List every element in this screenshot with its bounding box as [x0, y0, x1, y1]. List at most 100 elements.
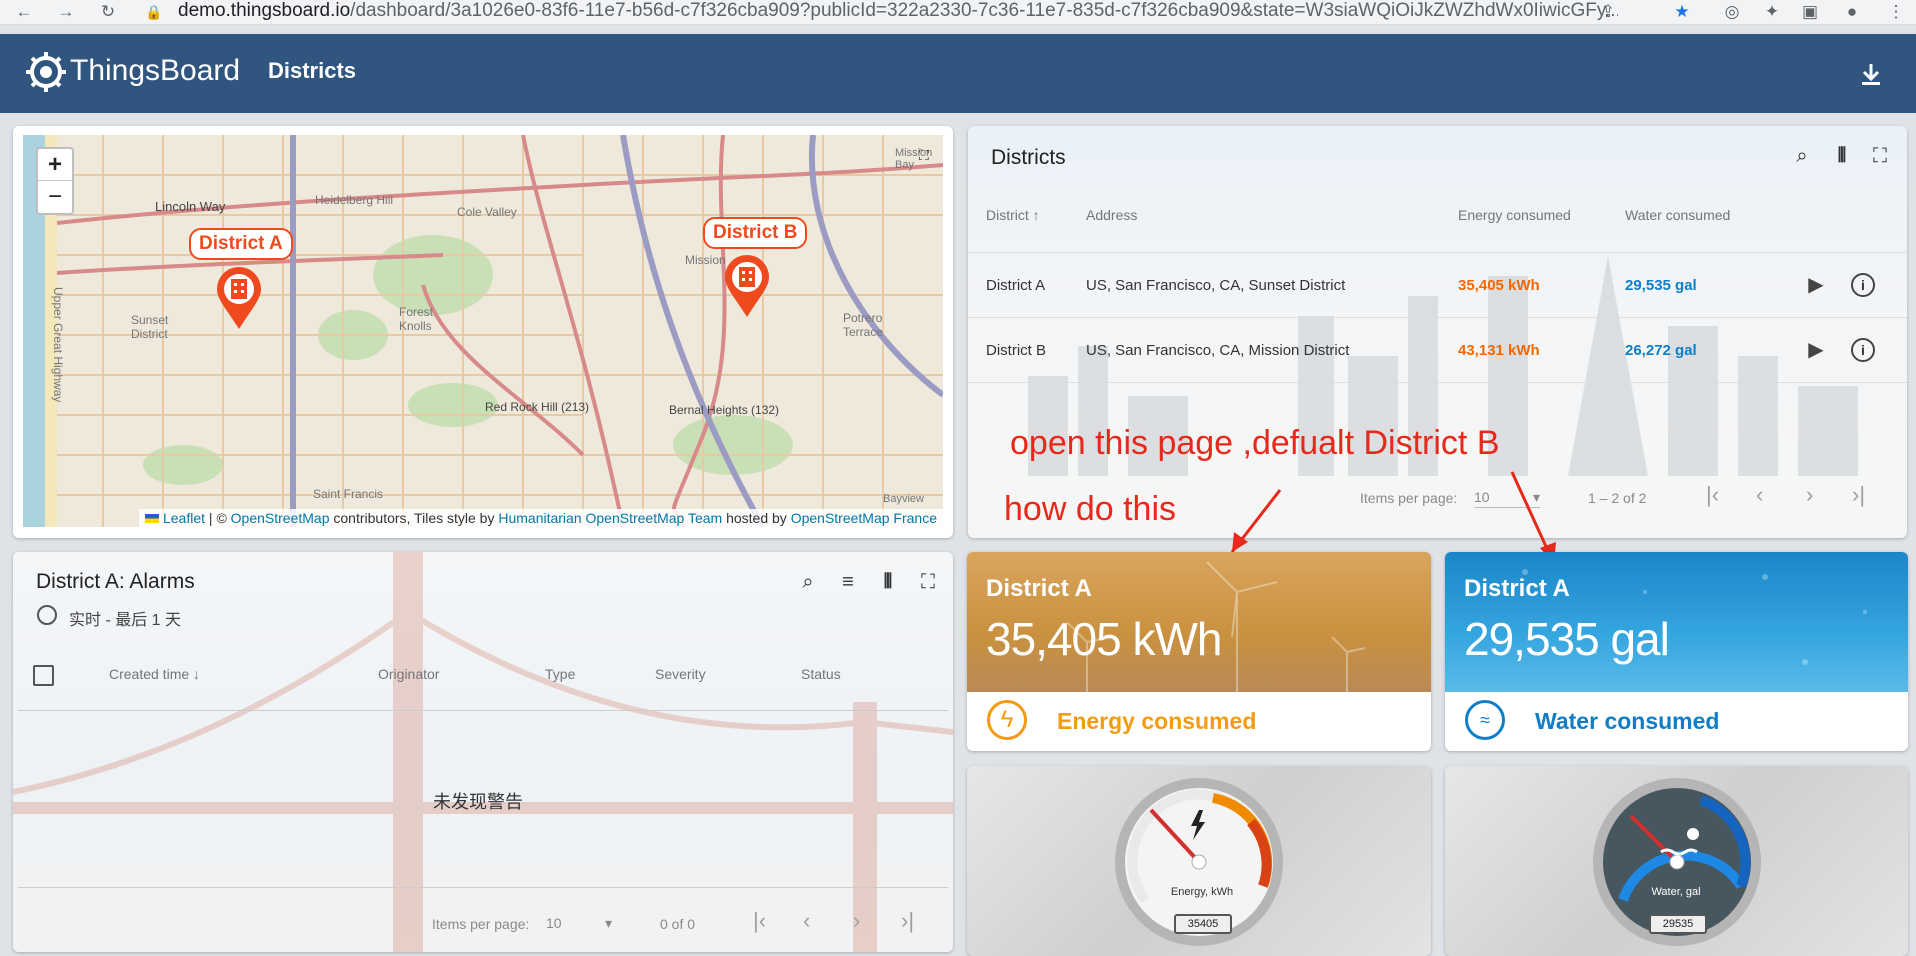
first-page-icon[interactable]: |‹ [753, 908, 766, 934]
energy-tile-title: District A [986, 575, 1092, 602]
thingsboard-logo-icon[interactable] [24, 50, 68, 94]
cell-water: 29,535 gal [1625, 277, 1697, 294]
fullscreen-icon[interactable]: ⛶ [916, 570, 940, 594]
col-district-label: District [986, 207, 1029, 223]
col-type[interactable]: Type [545, 666, 575, 682]
search-icon[interactable]: ⌕ [796, 570, 820, 594]
map-label-potrero: Potrero Terrace [843, 311, 884, 339]
energy-tile: District A 35,405 kWh ϟ Energy consumed [967, 552, 1431, 751]
map-widget: Lincoln Way Heidelberg Hill Cole Valley … [13, 126, 953, 538]
play-icon[interactable]: ▶ [1804, 338, 1828, 362]
col-severity[interactable]: Severity [655, 666, 706, 682]
last-page-icon[interactable]: ›| [901, 908, 914, 934]
back-icon[interactable]: ← [14, 2, 34, 22]
energy-tile-label: Energy consumed [1057, 708, 1257, 734]
info-icon[interactable]: i [1851, 338, 1875, 362]
filter-icon[interactable]: ≡ [836, 570, 860, 594]
search-icon[interactable]: ⌕ [1790, 144, 1814, 168]
map-attribution: Leaflet | © OpenStreetMap contributors, … [139, 509, 943, 527]
table-row[interactable]: District B US, San Francisco, CA, Missio… [968, 318, 1907, 383]
cell-address: US, San Francisco, CA, Mission District [1086, 342, 1350, 359]
marker-district-b-icon[interactable] [723, 253, 771, 324]
table-row[interactable]: District A US, San Francisco, CA, Sunset… [968, 253, 1907, 318]
profile-icon[interactable]: ● [1842, 2, 1862, 22]
cell-district: District A [986, 277, 1046, 294]
menu-icon[interactable]: ⋮ [1886, 2, 1906, 22]
water-tile-label: Water consumed [1535, 708, 1720, 734]
forward-icon[interactable]: → [56, 2, 76, 22]
items-per-page-select[interactable]: 10 ▾ [546, 915, 612, 931]
map-label-bayview: Bayview [883, 493, 924, 505]
cell-water: 26,272 gal [1625, 342, 1697, 359]
ukraine-flag-icon [145, 514, 160, 523]
select-all-checkbox[interactable] [33, 665, 54, 686]
prev-page-icon[interactable]: ‹ [1756, 482, 1763, 508]
energy-gauge-readout: 35405 [1174, 914, 1232, 934]
url-path: /dashboard/3a1026e0-83f6-11e7-b56d-c7f32… [350, 0, 1618, 21]
columns-icon[interactable]: ⫴ [1830, 144, 1854, 168]
bookmark-star-icon[interactable]: ★ [1672, 2, 1692, 22]
marker-label-district-b[interactable]: District B [703, 217, 808, 249]
sort-arrow-up-icon: ↑ [1032, 207, 1040, 223]
sidepanel-icon[interactable]: ▣ [1800, 2, 1820, 22]
col-originator[interactable]: Originator [378, 666, 439, 682]
alarms-widget: District A: Alarms 实时 - 最后 1 天 ⌕ ≡ ⫴ ⛶ C… [13, 552, 953, 952]
info-icon[interactable]: i [1851, 273, 1875, 297]
columns-icon[interactable]: ⫴ [876, 570, 900, 594]
osm-link[interactable]: OpenStreetMap [231, 510, 330, 526]
timewindow[interactable]: 实时 - 最后 1 天 [69, 606, 181, 630]
map-label-redrock: Red Rock Hill (213) [485, 400, 590, 414]
map-canvas[interactable]: Lincoln Way Heidelberg Hill Cole Valley … [23, 135, 943, 527]
clock-icon[interactable] [37, 605, 57, 625]
annotation-line2: how do this [1004, 490, 1176, 528]
districts-title: Districts [991, 146, 1066, 169]
play-icon[interactable]: ▶ [1804, 273, 1828, 297]
map-label-mission: Mission [685, 253, 726, 267]
last-page-icon[interactable]: ›| [1852, 482, 1865, 508]
leaflet-link[interactable]: Leaflet [163, 510, 205, 526]
brand-name[interactable]: ThingsBoard [70, 54, 240, 88]
reload-icon[interactable]: ↻ [98, 2, 118, 22]
water-gauge-widget: Water, gal 29535 [1445, 766, 1908, 956]
extension-icon[interactable]: ◎ [1722, 2, 1742, 22]
col-address[interactable]: Address [1086, 207, 1137, 223]
zoom-in-button[interactable]: + [38, 149, 72, 181]
col-status[interactable]: Status [801, 666, 841, 682]
energy-gauge-widget: Energy, kWh 35405 [967, 766, 1431, 956]
dropdown-arrow-icon: ▾ [604, 915, 612, 931]
url-host: demo.thingsboard.io [178, 0, 351, 21]
osm-france-link[interactable]: OpenStreetMap France [791, 510, 937, 526]
hot-link[interactable]: Humanitarian OpenStreetMap Team [498, 510, 722, 526]
puzzle-icon[interactable]: ✦ [1762, 2, 1782, 22]
fullscreen-icon[interactable]: ⛶ [1868, 144, 1892, 168]
first-page-icon[interactable]: |‹ [1706, 482, 1719, 508]
attribution-contributors: contributors, Tiles style by [329, 510, 499, 526]
marker-district-a-icon[interactable] [215, 265, 263, 336]
energy-gauge-label: Energy, kWh [1170, 886, 1234, 898]
water-tile: District A 29,535 gal ≈ Water consumed [1445, 552, 1908, 751]
annotation-line1: open this page ,defualt District B [1010, 424, 1500, 462]
col-created[interactable]: Created time ↓ [109, 666, 200, 682]
energy-tile-value: 35,405 kWh [986, 613, 1222, 665]
lock-icon[interactable]: 🔒 [144, 2, 164, 22]
col-water[interactable]: Water consumed [1625, 207, 1730, 223]
next-page-icon[interactable]: › [853, 908, 860, 934]
dashboard-title: Districts [268, 58, 357, 83]
download-icon[interactable] [1860, 62, 1882, 86]
col-created-label: Created time [109, 666, 190, 682]
map-fullscreen-icon[interactable]: ⛶ [919, 147, 935, 163]
col-energy[interactable]: Energy consumed [1458, 207, 1571, 223]
map-label-bernal: Bernal Heights (132) [669, 403, 780, 417]
next-page-icon[interactable]: › [1806, 482, 1813, 508]
swimming-icon: ≈ [1465, 700, 1505, 740]
cell-energy: 35,405 kWh [1458, 277, 1540, 294]
water-gauge-label: Water, gal [1651, 886, 1701, 898]
zoom-out-button[interactable]: − [38, 181, 72, 212]
map-label-heidelberg: Heidelberg Hill [315, 193, 394, 207]
col-district[interactable]: District ↑ [986, 207, 1040, 223]
prev-page-icon[interactable]: ‹ [803, 908, 810, 934]
cell-energy: 43,131 kWh [1458, 342, 1540, 359]
share-icon[interactable]: ⇪ [1598, 2, 1618, 22]
address-bar[interactable]: demo.thingsboard.io/dashboard/3a1026e0-8… [178, 0, 1618, 24]
marker-label-district-a[interactable]: District A [189, 228, 293, 260]
